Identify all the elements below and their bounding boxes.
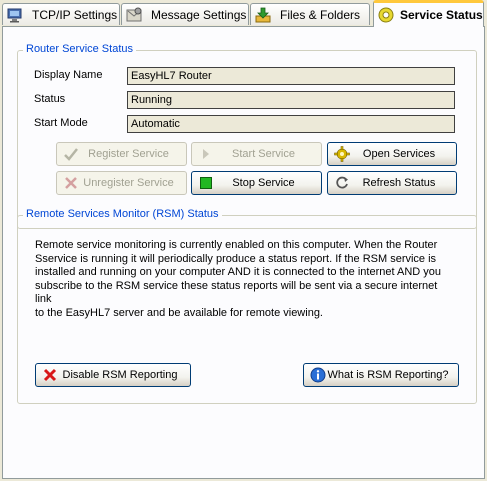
red-x-icon [43, 368, 57, 382]
status-value: Running [127, 91, 455, 109]
tab-service-status[interactable]: Service Status [373, 0, 484, 27]
router-service-status-group: Router Service Status Display Name EasyH… [17, 43, 477, 229]
cross-pen-icon [65, 177, 77, 189]
group-title: Router Service Status [23, 43, 136, 55]
stop-square-icon [200, 177, 212, 189]
tab-label: Message Settings [151, 7, 247, 22]
display-name-label: Display Name [34, 69, 103, 81]
start-mode-value: Automatic [127, 115, 455, 133]
stop-service-button[interactable]: Stop Service [191, 171, 322, 195]
disable-rsm-reporting-button[interactable]: Disable RSM Reporting [35, 363, 191, 387]
status-label: Status [34, 93, 66, 105]
info-icon [310, 367, 326, 383]
gear-icon [334, 146, 350, 162]
play-arrow-icon [203, 149, 209, 159]
open-services-button[interactable]: Open Services [327, 142, 457, 166]
rsm-description: Remote service monitoring is currently e… [35, 239, 442, 319]
what-is-rsm-reporting-button[interactable]: What is RSM Reporting? [303, 363, 459, 387]
start-mode-label: Start Mode [34, 117, 88, 129]
tab-files-folders[interactable]: Files & Folders [250, 3, 370, 25]
refresh-status-button[interactable]: Refresh Status [327, 171, 457, 195]
tab-message-settings[interactable]: Message Settings [121, 3, 249, 25]
tab-label: Service Status [400, 8, 483, 22]
service-gear-icon [378, 7, 394, 23]
refresh-icon [336, 176, 348, 189]
button-label: Disable RSM Reporting [62, 369, 178, 381]
group-title: Remote Services Monitor (RSM) Status [23, 208, 222, 220]
rsm-status-group: Remote Services Monitor (RSM) Status Rem… [17, 208, 477, 404]
tab-label: Files & Folders [280, 7, 361, 22]
register-service-button[interactable]: Register Service [56, 142, 187, 166]
checkmark-pen-icon [64, 148, 78, 161]
tab-tcpip-settings[interactable]: TCP/IP Settings [2, 3, 120, 25]
button-label: What is RSM Reporting? [327, 369, 449, 381]
start-service-button[interactable]: Start Service [191, 142, 322, 166]
network-computer-icon [7, 8, 22, 22]
tab-bar: TCP/IP Settings Message Settings Files &… [0, 0, 487, 27]
download-folder-icon [255, 7, 271, 22]
unregister-service-button[interactable]: Unregister Service [56, 171, 187, 195]
tab-label: TCP/IP Settings [32, 7, 118, 22]
service-status-page: Router Service Status Display Name EasyH… [2, 26, 485, 479]
display-name-value: EasyHL7 Router [127, 67, 455, 85]
message-settings-icon [126, 7, 142, 21]
